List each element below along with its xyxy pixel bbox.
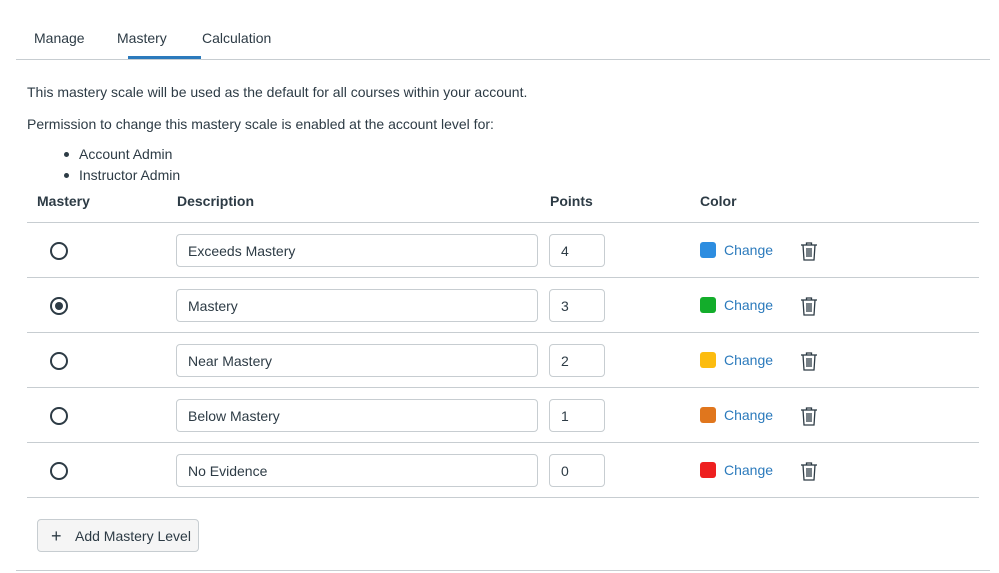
points-input[interactable] [549, 344, 605, 377]
add-mastery-level-button[interactable]: + Add Mastery Level [37, 519, 199, 552]
points-input[interactable] [549, 454, 605, 487]
mastery-radio[interactable] [50, 407, 68, 425]
role-list: Account Admin Instructor Admin [62, 146, 180, 188]
active-tab-indicator [128, 56, 201, 59]
description-input[interactable] [176, 454, 538, 487]
mastery-row: Change [27, 443, 979, 498]
column-header-mastery: Mastery [37, 193, 90, 209]
column-header-color: Color [700, 193, 737, 209]
mastery-radio[interactable] [50, 352, 68, 370]
column-header-points: Points [550, 193, 593, 209]
change-color-link[interactable]: Change [724, 407, 773, 423]
trash-icon[interactable] [800, 406, 818, 426]
mastery-radio[interactable] [50, 242, 68, 260]
column-header-description: Description [177, 193, 255, 209]
change-color-link[interactable]: Change [724, 242, 773, 258]
points-input[interactable] [549, 399, 605, 432]
bottom-divider [16, 570, 990, 571]
description-input[interactable] [176, 234, 538, 267]
change-color-link[interactable]: Change [724, 297, 773, 313]
color-swatch [700, 297, 716, 313]
mastery-row: Change [27, 223, 979, 278]
points-input[interactable] [549, 289, 605, 322]
tab-mastery[interactable]: Mastery [117, 30, 167, 46]
trash-icon[interactable] [800, 296, 818, 316]
role-item: Instructor Admin [62, 167, 180, 188]
mastery-row: Change [27, 388, 979, 443]
mastery-radio[interactable] [50, 462, 68, 480]
color-swatch [700, 462, 716, 478]
trash-icon[interactable] [800, 461, 818, 481]
change-color-link[interactable]: Change [724, 462, 773, 478]
tab-manage[interactable]: Manage [34, 30, 85, 46]
points-input[interactable] [549, 234, 605, 267]
plus-icon: + [51, 525, 62, 546]
trash-icon[interactable] [800, 241, 818, 261]
mastery-radio[interactable] [50, 297, 68, 315]
mastery-row: Change [27, 278, 979, 333]
intro-text: This mastery scale will be used as the d… [27, 84, 528, 100]
mastery-row: Change [27, 333, 979, 388]
change-color-link[interactable]: Change [724, 352, 773, 368]
description-input[interactable] [176, 344, 538, 377]
color-swatch [700, 407, 716, 423]
color-swatch [700, 242, 716, 258]
description-input[interactable] [176, 399, 538, 432]
trash-icon[interactable] [800, 351, 818, 371]
description-input[interactable] [176, 289, 538, 322]
role-item: Account Admin [62, 146, 180, 167]
tab-calculation[interactable]: Calculation [202, 30, 271, 46]
tab-bar: Manage Mastery Calculation [16, 0, 990, 60]
permission-text: Permission to change this mastery scale … [27, 116, 494, 132]
color-swatch [700, 352, 716, 368]
add-mastery-level-label: Add Mastery Level [75, 527, 191, 544]
